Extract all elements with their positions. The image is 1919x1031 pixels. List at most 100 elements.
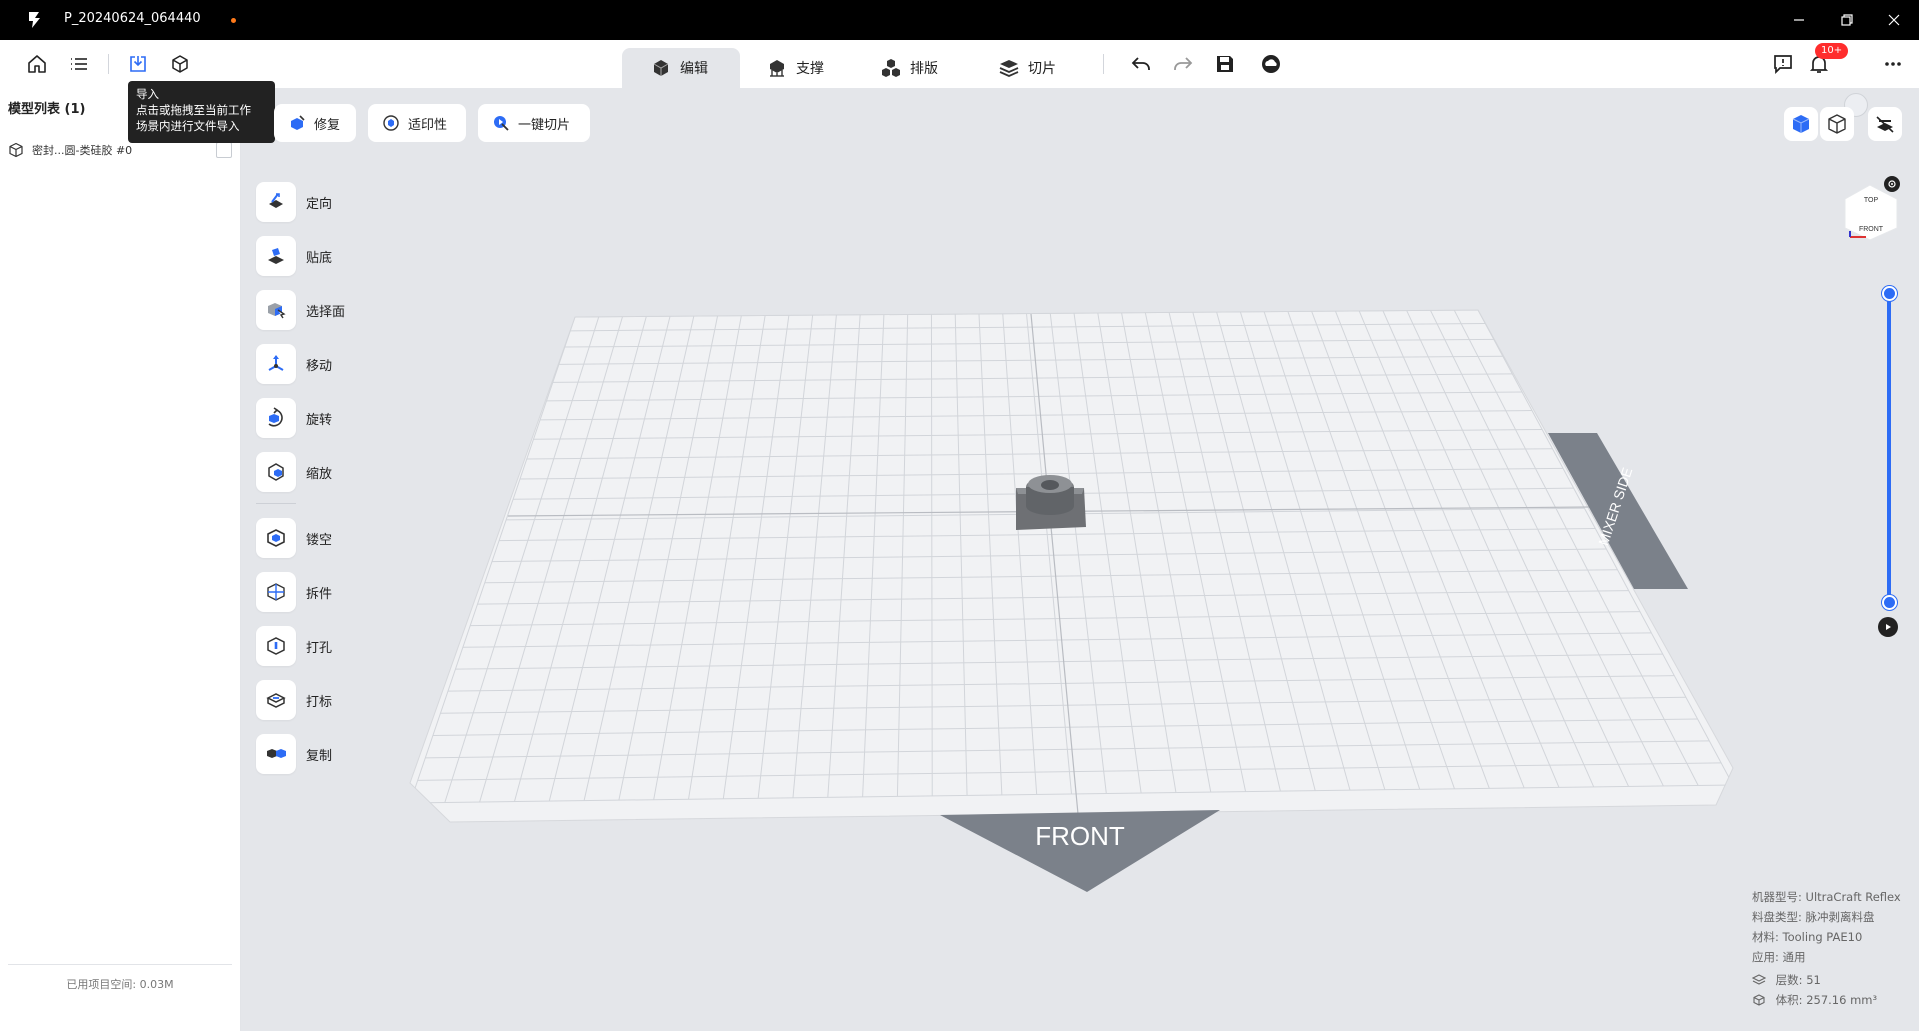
layer-slider-top-handle[interactable] <box>1882 286 1897 301</box>
layout-icon <box>880 57 902 79</box>
grid-line <box>757 315 814 799</box>
reset-view-button[interactable] <box>1884 176 1900 192</box>
tab-slice[interactable]: 切片 <box>998 48 1056 88</box>
tool-label: 定向 <box>306 196 333 212</box>
model-library-button[interactable] <box>167 51 193 77</box>
rotate-icon <box>256 398 296 438</box>
3d-viewport[interactable]: FRONT MIXER SIDE TOP FRONT <box>0 0 1919 1031</box>
redo-icon <box>1174 57 1193 70</box>
material-info: 材料: Tooling PAE10 <box>1752 929 1862 945</box>
info-value: 通用 <box>1782 950 1806 964</box>
grid-line <box>827 314 861 798</box>
info-label: 材料: <box>1752 930 1779 944</box>
save-button[interactable] <box>1212 51 1238 77</box>
tab-layout[interactable]: 排版 <box>880 48 938 88</box>
minimize-button[interactable] <box>1787 8 1811 32</box>
grid-line <box>564 338 1494 348</box>
grid-line <box>722 315 790 799</box>
tool-scale[interactable]: 缩放 <box>256 452 416 492</box>
cloud-icon <box>1262 55 1280 73</box>
front-label: FRONT <box>1035 821 1125 851</box>
grid-line <box>558 355 1503 365</box>
cloud-button[interactable] <box>1258 51 1284 77</box>
model-list-title: 模型列表 (1) <box>8 102 86 117</box>
more-button[interactable] <box>1880 51 1906 77</box>
undo-button[interactable] <box>1128 51 1154 77</box>
grid-line <box>1382 310 1595 788</box>
messages-button[interactable] <box>1770 51 1796 77</box>
grid-line <box>1239 311 1386 790</box>
tool-label-mark[interactable]: 打标 <box>256 680 416 720</box>
grid-line <box>540 410 1532 421</box>
list-button[interactable] <box>66 51 92 77</box>
scale-icon <box>256 452 296 492</box>
support-icon <box>766 57 788 79</box>
model-visibility-checkbox[interactable] <box>216 142 232 158</box>
layers-info: 层数: 51 <box>1752 972 1821 988</box>
close-button[interactable] <box>1882 8 1906 32</box>
info-label: 应用: <box>1752 950 1779 964</box>
layer-slider-bottom-handle[interactable] <box>1882 595 1897 610</box>
grid-line <box>862 314 885 797</box>
grid-line <box>455 653 1663 670</box>
grid-line <box>462 632 1652 648</box>
play-button[interactable] <box>1878 617 1898 637</box>
grid-line <box>447 675 1675 692</box>
model-object <box>1016 475 1086 530</box>
one-click-slice-icon <box>490 112 512 134</box>
more-icon <box>1885 62 1901 66</box>
application-info: 应用: 通用 <box>1752 949 1806 965</box>
grid-line <box>513 316 647 802</box>
wireframe-view-button[interactable] <box>1820 107 1854 141</box>
tool-select-face[interactable]: 选择面 <box>256 290 416 330</box>
home-button[interactable] <box>24 51 50 77</box>
save-icon <box>1217 56 1233 72</box>
grid-line <box>1406 310 1630 787</box>
hide-platform-button[interactable] <box>1868 107 1902 141</box>
grid-line <box>519 467 1564 480</box>
restore-button[interactable] <box>1835 8 1859 32</box>
grid-line <box>1334 310 1525 789</box>
tool-hollow[interactable]: 镂空 <box>256 518 416 558</box>
tab-label: 切片 <box>1028 61 1056 77</box>
tab-edit[interactable]: 编辑 <box>622 48 740 88</box>
layer-slider-track[interactable] <box>1887 291 1891 602</box>
model-cube-icon <box>172 55 188 73</box>
tray-info: 料盘类型: 脉冲剥离料盘 <box>1752 909 1875 925</box>
grid-line <box>470 611 1640 627</box>
redo-button[interactable] <box>1170 51 1196 77</box>
tool-lay-flat[interactable]: 贴底 <box>256 236 416 276</box>
info-value: Tooling PAE10 <box>1782 930 1863 944</box>
grid-line <box>1002 313 1038 795</box>
tooltip-title: 导入 <box>136 87 159 101</box>
tool-rotate[interactable]: 旋转 <box>256 398 416 438</box>
grid-line <box>583 315 695 801</box>
import-button[interactable] <box>125 51 151 77</box>
tool-split[interactable]: 拆件 <box>256 572 416 612</box>
label-icon <box>256 680 296 720</box>
printability-button[interactable]: 适印性 <box>368 104 466 142</box>
message-icon <box>1774 55 1792 75</box>
lay-flat-icon <box>256 236 296 276</box>
grid-line <box>570 323 1486 332</box>
tool-move[interactable]: 移动 <box>256 344 416 384</box>
info-label: 料盘类型: <box>1752 910 1802 924</box>
grid-line <box>1430 310 1664 787</box>
repair-button[interactable]: 修复 <box>274 104 356 142</box>
tab-support[interactable]: 支撑 <box>766 48 824 88</box>
tool-orient[interactable]: 定向 <box>256 182 416 222</box>
one-click-slice-button[interactable]: 一键切片 <box>478 104 590 142</box>
repair-icon <box>286 112 308 134</box>
solid-view-button[interactable] <box>1784 107 1818 141</box>
tool-drill[interactable]: 打孔 <box>256 626 416 666</box>
build-platform <box>409 309 1734 823</box>
grid-line <box>479 316 624 803</box>
grid-line <box>477 590 1629 605</box>
tool-duplicate[interactable]: 复制 <box>256 734 416 774</box>
repair-label: 修复 <box>314 117 341 133</box>
import-icon <box>130 56 146 72</box>
tooltip-text: 场景内进行文件导入 <box>136 119 240 133</box>
info-value: 脉冲剥离料盘 <box>1805 910 1875 924</box>
undo-icon <box>1131 57 1150 70</box>
select-face-icon <box>256 290 296 330</box>
